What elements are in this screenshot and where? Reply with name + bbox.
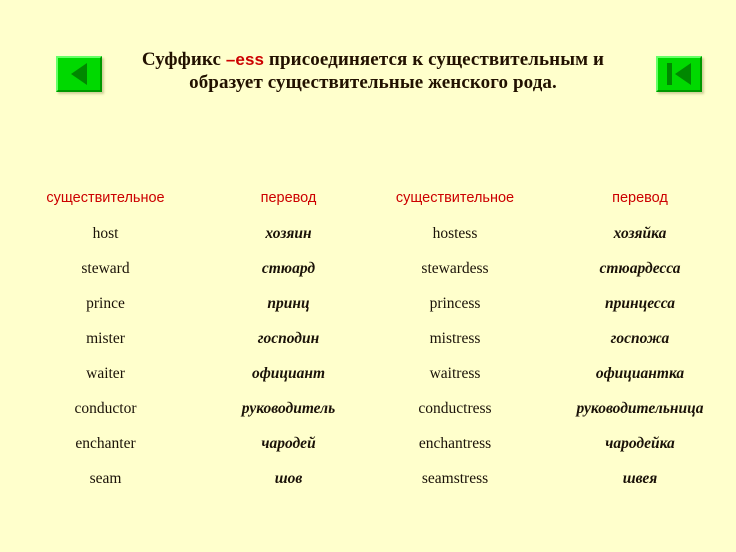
table-header-row: существительное перевод существительное … (0, 183, 736, 216)
header-row: Суффикс –ess присоединяется к существите… (0, 48, 736, 110)
cell-masculine-translation: руководитель (241, 399, 336, 417)
column-header-feminine-translation: перевод (612, 189, 668, 206)
slide-canvas: Суффикс –ess присоединяется к существите… (0, 0, 736, 552)
cell-feminine-translation: хозяйка (613, 224, 667, 242)
cell-feminine-noun: hostess (432, 224, 478, 242)
cell-masculine-noun: steward (81, 259, 130, 277)
table-row: prince принц princess принцесса (0, 286, 736, 321)
cell-masculine-translation: официант (251, 364, 326, 382)
cell-masculine-noun: seam (89, 469, 122, 487)
cell-masculine-translation: господин (257, 329, 320, 347)
cell-masculine-noun: conductor (74, 399, 137, 417)
column-header-masculine-noun: существительное (46, 189, 165, 206)
cell-feminine-noun: mistress (429, 329, 481, 347)
title-line-2: образует существительные женского рода. (189, 72, 557, 93)
table-row: steward стюард stewardess стюардесса (0, 251, 736, 286)
cell-masculine-noun: enchanter (75, 434, 136, 452)
cell-feminine-translation: официантка (595, 364, 685, 382)
cell-masculine-noun: host (92, 224, 119, 242)
table-row: mister господин mistress госпожа (0, 321, 736, 356)
table-row: host хозяин hostess хозяйка (0, 216, 736, 251)
cell-feminine-noun: enchantress (418, 434, 492, 452)
triangle-left-icon (58, 58, 100, 90)
cell-feminine-translation: руководительница (576, 399, 704, 417)
cell-feminine-translation: швея (622, 469, 658, 487)
table-row: seam шов seamstress швея (0, 461, 736, 496)
cell-masculine-translation: чародей (261, 434, 316, 452)
title-suffix: –ess (225, 50, 265, 69)
table-row: enchanter чародей enchantress чародейка (0, 426, 736, 461)
cell-feminine-translation: принцесса (605, 294, 675, 312)
page-title: Суффикс –ess присоединяется к существите… (100, 48, 646, 94)
title-text-after: присоединяется к существительным и (264, 49, 605, 70)
cell-feminine-translation: стюардесса (599, 259, 681, 277)
first-slide-button[interactable] (656, 56, 702, 92)
cell-masculine-noun: waiter (86, 364, 125, 382)
cell-feminine-noun: princess (429, 294, 481, 312)
title-text-before: Суффикс (141, 49, 226, 70)
cell-masculine-translation: шов (274, 469, 303, 487)
table-body: host хозяин hostess хозяйка steward стюард ste… (0, 216, 736, 496)
previous-slide-button[interactable] (56, 56, 102, 92)
cell-masculine-translation: принц (267, 294, 310, 312)
table-row: conductor руководитель conductress руководи… (0, 391, 736, 426)
table-row: waiter официант waitress официантка (0, 356, 736, 391)
cell-masculine-translation: хозяин (265, 224, 312, 242)
cell-masculine-noun: prince (86, 294, 125, 312)
skip-to-start-icon (658, 58, 700, 90)
cell-feminine-noun: waitress (429, 364, 481, 382)
cell-feminine-translation: чародейка (605, 434, 675, 452)
cell-feminine-noun: seamstress (421, 469, 489, 487)
table-header: существительное перевод существительное … (0, 183, 736, 216)
column-header-masculine-translation: перевод (260, 189, 317, 206)
vocabulary-table: существительное перевод существительное … (0, 183, 736, 496)
cell-feminine-translation: госпожа (610, 329, 670, 347)
cell-feminine-noun: conductress (418, 399, 492, 417)
cell-masculine-noun: mister (86, 329, 125, 347)
cell-masculine-translation: стюард (261, 259, 316, 277)
cell-feminine-noun: stewardess (421, 259, 489, 277)
column-header-feminine-noun: существительное (395, 189, 515, 206)
